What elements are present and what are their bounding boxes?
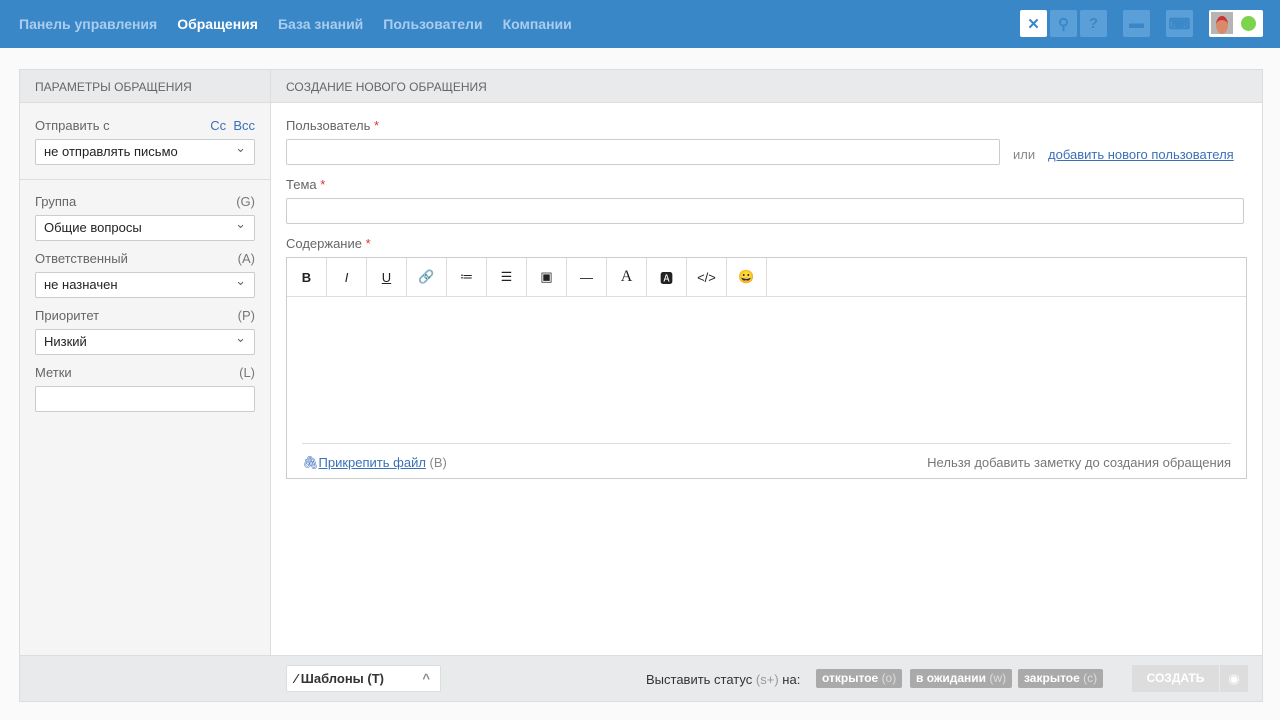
emoji-icon[interactable]: 😀 — [727, 258, 767, 296]
status-on-label: на: — [782, 672, 801, 687]
paperclip-icon: 🖇 — [302, 455, 319, 470]
form-footer: ⁄ Шаблоны (T) ^ Выставить статус (s+) на:… — [20, 655, 1262, 701]
search-icon[interactable]: ⚲ — [1050, 10, 1077, 37]
nav-dashboard[interactable]: Панель управления — [19, 16, 157, 32]
templates-label: Шаблоны (T) — [300, 671, 384, 686]
group-label: Группа — [35, 194, 77, 209]
new-ticket-form: Создание нового обращения Пользователь *… — [271, 70, 1262, 701]
subject-input[interactable] — [286, 198, 1244, 224]
status-pending-button[interactable]: в ожидании (w) — [910, 669, 1013, 688]
status-shortcut: (s+) — [755, 672, 779, 687]
tags-input[interactable] — [35, 386, 255, 412]
assignee-select[interactable]: не назначен — [35, 269, 255, 298]
sidebar-title: Параметры обращения — [20, 70, 270, 103]
subject-label: Тема — [286, 177, 317, 192]
nav-companies[interactable]: Компании — [503, 16, 572, 32]
code-icon[interactable]: </> — [687, 258, 727, 296]
nav-users[interactable]: Пользователи — [383, 16, 482, 32]
nav-tickets[interactable]: Обращения — [177, 16, 258, 32]
required-mark: * — [374, 118, 380, 133]
form-title: Создание нового обращения — [271, 70, 1262, 103]
priority-shortcut: (P) — [237, 308, 255, 323]
tags-shortcut: (L) — [239, 365, 255, 380]
user-input[interactable] — [286, 139, 1000, 165]
ordered-list-icon[interactable]: ≔ — [447, 258, 487, 296]
create-options-icon[interactable]: ◉ — [1220, 665, 1248, 692]
add-new-user-link[interactable]: добавить нового пользователя — [1048, 147, 1234, 162]
bullet-list-icon[interactable]: ☰ — [487, 258, 527, 296]
user-label: Пользователь — [286, 118, 371, 133]
required-mark: * — [320, 177, 326, 192]
help-icon[interactable]: ? — [1080, 10, 1107, 37]
priority-select[interactable]: Низкий — [35, 326, 255, 355]
priority-label: Приоритет — [35, 308, 100, 323]
link-icon[interactable]: 🔗 — [407, 258, 447, 296]
avatar — [1211, 12, 1233, 34]
bold-button[interactable]: B — [287, 258, 327, 296]
ticket-panel: Параметры обращения Отправить с Cc Bcc не… — [19, 69, 1263, 702]
required-mark: * — [365, 236, 371, 251]
assignee-shortcut: (A) — [237, 251, 255, 266]
status-closed-button[interactable]: закрытое (c) — [1018, 669, 1104, 688]
status-open-button[interactable]: открытое (o) — [816, 669, 903, 688]
send-from-label: Отправить с — [35, 118, 110, 133]
nav-knowledge-base[interactable]: База знаний — [278, 16, 363, 32]
briefcase-icon[interactable]: ▬ — [1123, 10, 1150, 37]
italic-button[interactable]: I — [327, 258, 367, 296]
create-button[interactable]: СОЗДАТЬ — [1132, 665, 1219, 692]
close-icon[interactable]: ✕ — [1020, 10, 1047, 37]
magic-wand-icon: ⁄ — [295, 671, 298, 686]
status-label: Выставить статус — [646, 672, 753, 687]
note-hint: Нельзя добавить заметку до создания обра… — [927, 455, 1231, 470]
tags-label: Метки — [35, 365, 72, 380]
templates-button[interactable]: ⁄ Шаблоны (T) ^ — [286, 665, 441, 692]
underline-button[interactable]: U — [367, 258, 407, 296]
bcc-link[interactable]: Bcc — [233, 118, 255, 133]
or-label: или — [1013, 147, 1036, 162]
user-menu[interactable] — [1209, 10, 1263, 37]
online-status-icon — [1241, 16, 1256, 31]
content-label: Содержание — [286, 236, 362, 251]
cc-link[interactable]: Cc — [210, 118, 226, 133]
horizontal-rule-icon[interactable]: — — [567, 258, 607, 296]
group-select[interactable]: Общие вопросы — [35, 212, 255, 241]
background-color-icon[interactable]: 🅰 — [647, 258, 687, 296]
ticket-params-sidebar: Параметры обращения Отправить с Cc Bcc не… — [20, 70, 271, 701]
attach-file-link[interactable]: Прикрепить файл — [319, 455, 426, 470]
send-from-select[interactable]: не отправлять письмо — [35, 136, 255, 165]
assignee-label: Ответственный — [35, 251, 128, 266]
content-editor[interactable]: B I U 🔗 ≔ ☰ ▣ — A 🅰 </> 😀 🖇Прикрепить фа… — [286, 257, 1247, 479]
font-color-icon[interactable]: A — [607, 258, 647, 296]
attach-shortcut: (B) — [429, 455, 447, 470]
image-icon[interactable]: ▣ — [527, 258, 567, 296]
group-shortcut: (G) — [236, 194, 255, 209]
keyboard-icon[interactable]: ⌨ — [1166, 10, 1193, 37]
